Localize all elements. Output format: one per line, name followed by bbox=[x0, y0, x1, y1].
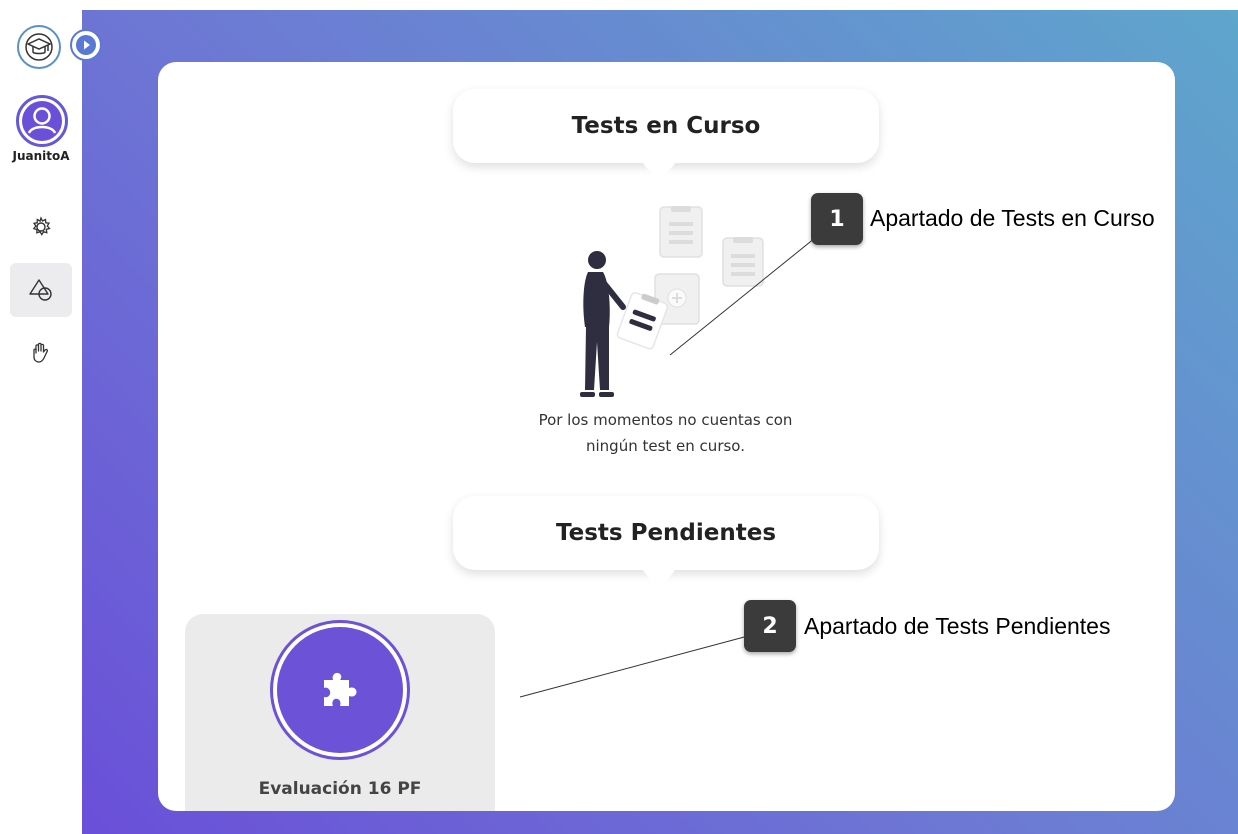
annotation-lines bbox=[519, 237, 816, 698]
callout-number-2: 2 bbox=[744, 600, 796, 652]
callout-number-1: 1 bbox=[811, 193, 863, 245]
callout-label-2: Apartado de Tests Pendientes bbox=[804, 613, 1111, 639]
callout-label-1: Apartado de Tests en Curso bbox=[870, 205, 1155, 231]
